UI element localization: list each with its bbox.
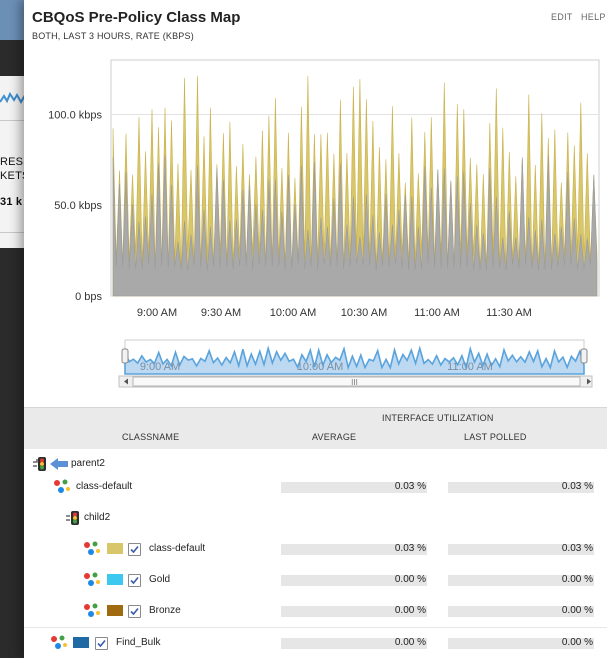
series-color-swatch	[107, 605, 123, 616]
x-tick-label: 9:00 AM	[137, 307, 177, 319]
row-label: Find_Bulk	[116, 637, 161, 648]
cbqos-widget: CBQoS Pre-Policy Class Map BOTH, LAST 3 …	[24, 0, 607, 658]
row-label: class-default	[149, 543, 206, 554]
row-label: Bronze	[149, 605, 181, 616]
average-value: 0.00 %	[394, 574, 426, 585]
series-visibility-checkbox[interactable]	[128, 605, 141, 618]
last-polled-column-header[interactable]: LAST POLLED	[464, 432, 527, 442]
scrollbar-grip: III	[351, 378, 358, 387]
average-column-header[interactable]: AVERAGE	[312, 432, 356, 442]
navigator-left-handle	[121, 348, 129, 364]
widget-subtitle: BOTH, LAST 3 HOURS, RATE (KBPS)	[32, 31, 194, 41]
y-tick-label: 0 bps	[75, 291, 102, 303]
x-tick-label: 10:30 AM	[341, 307, 387, 319]
y-tick-label: 50.0 kbps	[54, 200, 102, 212]
average-value: 0.00 %	[394, 605, 426, 616]
last-polled-value: 0.03 %	[561, 543, 593, 554]
average-value: 0.03 %	[394, 481, 426, 492]
class-map-icon	[84, 603, 100, 617]
table-row-find-bulk[interactable]: Find_Bulk 0.00 % 0.00 %	[24, 628, 607, 658]
class-map-icon	[54, 479, 70, 493]
background-text-3: 31 k	[0, 196, 23, 208]
class-map-icon	[84, 572, 100, 586]
class-map-icon	[51, 635, 67, 649]
row-label: class-default	[76, 481, 133, 492]
navigator-time-label: 11:00 AM	[447, 361, 493, 373]
series-color-swatch	[107, 543, 123, 554]
table-row-child2[interactable]: child2	[24, 503, 607, 535]
checkmark-icon	[130, 545, 139, 554]
row-label: child2	[84, 512, 111, 523]
x-tick-label: 10:00 AM	[270, 307, 316, 319]
widget-title: CBQoS Pre-Policy Class Map	[32, 9, 241, 26]
edit-button[interactable]: EDIT	[551, 12, 573, 22]
class-map-icon	[84, 541, 100, 555]
traffic-chart: 0 bps 50.0 kbps 100.0 kbps 9:00 AM 9:30 AM 1…	[48, 59, 600, 388]
time-navigator[interactable]: 9:00 AM 10:00 AM 11:00 AM III	[118, 339, 593, 388]
checkmark-icon	[97, 639, 106, 648]
y-axis: 0 bps 50.0 kbps 100.0 kbps	[48, 109, 102, 303]
row-label: Gold	[149, 574, 171, 585]
checkmark-icon	[130, 576, 139, 585]
series-color-swatch	[107, 574, 123, 585]
series-visibility-checkbox[interactable]	[95, 637, 108, 650]
x-tick-label: 9:30 AM	[201, 307, 241, 319]
classname-column-header[interactable]: CLASSNAME	[122, 432, 179, 442]
row-label: parent2	[71, 458, 105, 469]
last-polled-value: 0.03 %	[561, 481, 593, 492]
series-visibility-checkbox[interactable]	[128, 543, 141, 556]
table-row-bronze[interactable]: Bronze 0.00 % 0.00 %	[24, 596, 607, 628]
navigator-time-label: 10:00 AM	[297, 361, 343, 373]
interface-utilization-header: INTERFACE UTILIZATION	[382, 413, 494, 423]
x-axis: 9:00 AM 9:30 AM 10:00 AM 10:30 AM 11:00 AM 11…	[137, 307, 532, 319]
y-tick-label: 100.0 kbps	[48, 109, 102, 121]
x-tick-label: 11:30 AM	[486, 307, 532, 319]
traffic-light-icon	[66, 511, 79, 525]
table-row-class-default[interactable]: class-default 0.03 % 0.03 %	[24, 472, 607, 504]
x-tick-label: 11:00 AM	[414, 307, 460, 319]
last-polled-value: 0.00 %	[561, 637, 593, 648]
traffic-light-icon	[33, 457, 68, 471]
table-row-class-default-child[interactable]: class-default 0.03 % 0.03 %	[24, 534, 607, 566]
navigator-time-label: 9:00 AM	[140, 361, 180, 373]
series-color-swatch	[73, 637, 89, 648]
checkmark-icon	[130, 607, 139, 616]
navigator-right-handle	[580, 348, 588, 364]
table-row-gold[interactable]: Gold 0.00 % 0.00 %	[24, 565, 607, 597]
last-polled-value: 0.00 %	[561, 605, 593, 616]
last-polled-value: 0.00 %	[561, 574, 593, 585]
help-button[interactable]: HELP	[581, 12, 606, 22]
average-value: 0.03 %	[394, 543, 426, 554]
average-value: 0.00 %	[394, 637, 426, 648]
series-visibility-checkbox[interactable]	[128, 574, 141, 587]
table-header: INTERFACE UTILIZATION CLASSNAME AVERAGE …	[24, 407, 607, 451]
